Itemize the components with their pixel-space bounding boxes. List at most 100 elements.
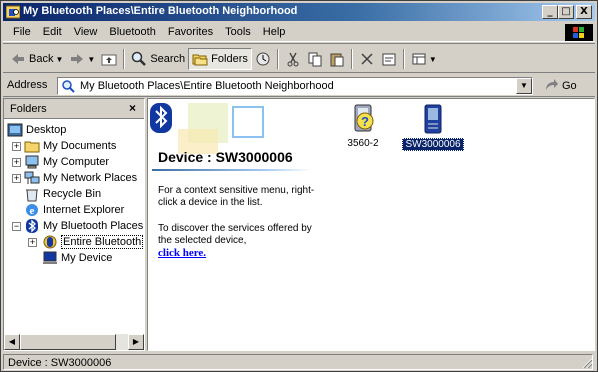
bluetooth-icon xyxy=(26,219,38,233)
tree-item-my-network-places[interactable]: My Network Places xyxy=(24,170,137,186)
scroll-right-button[interactable]: ▶ xyxy=(128,334,144,350)
views-dropdown-icon[interactable]: ▼ xyxy=(429,55,437,64)
paste-button[interactable] xyxy=(326,48,348,70)
folders-close-button[interactable]: × xyxy=(129,101,136,115)
search-button[interactable]: Search xyxy=(128,48,188,70)
forward-dropdown-icon[interactable]: ▼ xyxy=(87,55,95,64)
context-menu-hint: For a context sensitive menu, right-clic… xyxy=(158,185,315,208)
go-label: Go xyxy=(562,80,577,92)
tree-label: Desktop xyxy=(26,124,67,136)
toolbar-separator xyxy=(276,49,279,69)
cut-button[interactable] xyxy=(282,48,304,70)
back-dropdown-icon[interactable]: ▼ xyxy=(55,55,63,64)
tree-label: My Documents xyxy=(43,140,117,152)
folders-icon xyxy=(192,54,208,66)
expand-toggle[interactable]: + xyxy=(12,174,21,183)
back-button[interactable]: Back ▼ xyxy=(7,48,66,70)
close-button[interactable]: X xyxy=(576,5,592,19)
menu-view[interactable]: View xyxy=(68,23,104,41)
back-arrow-icon xyxy=(12,54,24,64)
address-field[interactable]: My Bluetooth Places\Entire Bluetooth Nei… xyxy=(57,77,533,95)
minimize-button[interactable]: _ xyxy=(542,5,558,19)
menu-favorites[interactable]: Favorites xyxy=(162,23,219,41)
expand-toggle[interactable]: + xyxy=(28,238,37,247)
address-dropdown-button[interactable]: ▼ xyxy=(516,78,532,94)
menu-file[interactable]: File xyxy=(7,23,37,41)
tree-label: Internet Explorer xyxy=(43,204,125,216)
device-label: SW3000006 xyxy=(402,138,464,151)
device-label: 3560-2 xyxy=(347,138,379,149)
menu-help[interactable]: Help xyxy=(257,23,292,41)
tree-item-entire-bluetooth-neighborhood[interactable]: Entire Bluetooth xyxy=(42,234,144,250)
device-item-3560-2[interactable]: ? 3560-2 xyxy=(328,103,398,149)
tree-label: My Computer xyxy=(43,156,110,168)
resize-grip-icon[interactable] xyxy=(581,357,593,369)
discover-hint-text: To discover the services offered by the … xyxy=(158,223,312,246)
folder-icon xyxy=(24,141,40,153)
tree-label: Recycle Bin xyxy=(43,188,102,200)
tree-item-my-computer[interactable]: My Computer xyxy=(24,154,109,170)
folders-pane: Folders × Desktop + My Documents + My Co… xyxy=(3,98,145,351)
views-button[interactable]: ▼ xyxy=(408,48,440,70)
tree-label: Entire Bluetooth xyxy=(61,235,144,249)
folders-title: Folders xyxy=(10,103,47,115)
status-text: Device : SW3000006 xyxy=(8,357,112,369)
tree-label: My Network Places xyxy=(43,172,138,184)
properties-button[interactable] xyxy=(378,48,400,70)
explorer-window: My Bluetooth Places\Entire Bluetooth Nei… xyxy=(0,0,598,372)
window-title: My Bluetooth Places\Entire Bluetooth Nei… xyxy=(23,5,298,17)
expand-toggle[interactable]: + xyxy=(12,158,21,167)
search-label: Search xyxy=(150,53,186,65)
scroll-thumb[interactable] xyxy=(20,334,116,350)
history-button[interactable] xyxy=(252,48,274,70)
address-label: Address xyxy=(7,79,48,91)
bluetooth-places-icon xyxy=(6,5,20,19)
paste-icon xyxy=(330,53,344,67)
search-icon xyxy=(132,51,147,66)
internet-explorer-icon: e xyxy=(26,204,38,217)
standard-toolbar: Back ▼ ▼ Search Folders ▼ xyxy=(3,43,595,73)
toolbar-separator xyxy=(350,49,353,69)
content-view: Device : SW3000006 For a context sensiti… xyxy=(147,98,595,351)
menu-edit[interactable]: Edit xyxy=(37,23,68,41)
collapse-toggle[interactable]: − xyxy=(12,222,21,231)
tree-label: My Bluetooth Places xyxy=(43,220,144,232)
tree-item-recycle-bin[interactable]: Recycle Bin xyxy=(24,186,101,202)
tree-label: My Device xyxy=(61,252,113,264)
folders-button[interactable]: Folders xyxy=(188,48,252,70)
menu-tools[interactable]: Tools xyxy=(219,23,257,41)
status-bar: Device : SW3000006 xyxy=(3,353,595,371)
up-folder-button[interactable] xyxy=(98,48,120,70)
pda-device-icon xyxy=(424,104,442,134)
click-here-link[interactable]: click here. xyxy=(158,247,206,259)
copy-button[interactable] xyxy=(304,48,326,70)
svg-text:?: ? xyxy=(361,114,369,129)
toolbar-separator xyxy=(402,49,405,69)
tree-item-my-documents[interactable]: My Documents xyxy=(24,138,116,154)
network-icon xyxy=(24,171,40,184)
laptop-icon xyxy=(43,251,57,264)
delete-button[interactable] xyxy=(356,48,378,70)
tree-item-desktop[interactable]: Desktop xyxy=(7,122,66,138)
menu-bluetooth[interactable]: Bluetooth xyxy=(103,23,161,41)
go-button[interactable]: Go xyxy=(543,78,577,94)
forward-button[interactable]: ▼ xyxy=(66,48,98,70)
copy-icon xyxy=(308,52,322,67)
windows-flag-icon xyxy=(573,27,584,38)
expand-toggle[interactable]: + xyxy=(12,142,21,151)
maximize-button[interactable]: □ xyxy=(558,5,574,19)
svg-text:e: e xyxy=(30,205,35,217)
windows-logo xyxy=(565,24,593,41)
folders-horizontal-scrollbar[interactable]: ◀ ▶ xyxy=(4,334,144,350)
scissors-icon xyxy=(287,52,299,67)
device-item-sw3000006[interactable]: SW3000006 xyxy=(398,103,468,151)
history-icon xyxy=(256,52,270,66)
desktop-icon xyxy=(7,123,23,137)
tree-item-my-bluetooth-places[interactable]: My Bluetooth Places xyxy=(24,218,143,234)
properties-icon xyxy=(382,53,396,66)
title-bar[interactable]: My Bluetooth Places\Entire Bluetooth Nei… xyxy=(3,3,595,21)
tree-item-my-device[interactable]: My Device xyxy=(42,250,112,266)
folders-label: Folders xyxy=(211,53,248,65)
tree-item-internet-explorer[interactable]: e Internet Explorer xyxy=(24,202,124,218)
scroll-left-button[interactable]: ◀ xyxy=(4,334,20,350)
